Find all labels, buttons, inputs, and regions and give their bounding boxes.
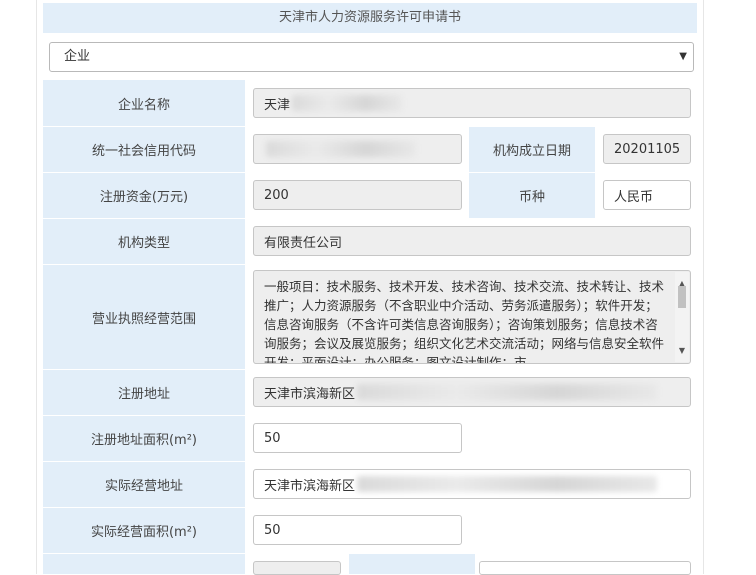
row-partial (43, 554, 697, 575)
row-actual-address: 实际经营地址 天津市滨海新区 (43, 462, 697, 508)
founded-date-value: 20201105 (614, 141, 681, 157)
business-scope-value: 一般项目：技术服务、技术开发、技术咨询、技术交流、技术转让、技术推广；人力资源服… (264, 279, 665, 364)
company-name-label: 企业名称 (43, 80, 245, 126)
row-actual-area: 实际经营面积(m²) 50 (43, 508, 697, 554)
row-business-scope: 营业执照经营范围 一般项目：技术服务、技术开发、技术咨询、技术交流、技术转让、技… (43, 265, 697, 370)
chevron-down-icon: ▼ (679, 51, 687, 62)
partial-label-2 (349, 554, 475, 574)
company-name-field[interactable]: 天津 (253, 88, 691, 118)
reg-address-value: 天津市滨海新区 (264, 386, 356, 402)
reg-area-field[interactable]: 50 (253, 423, 462, 453)
credit-code-field[interactable] (253, 134, 462, 164)
org-type-value: 有限责任公司 (264, 235, 343, 251)
currency-value: 人民币 (614, 189, 654, 205)
actual-address-value: 天津市滨海新区 (264, 478, 356, 494)
business-scope-label: 营业执照经营范围 (43, 265, 245, 369)
redacted-mask (266, 141, 416, 157)
redacted-mask (292, 95, 403, 111)
partial-field-1[interactable] (253, 561, 341, 575)
row-capital: 注册资金(万元) 200 币种 人民币 (43, 173, 697, 219)
org-type-field[interactable]: 有限责任公司 (253, 226, 691, 256)
row-reg-address: 注册地址 天津市滨海新区 (43, 370, 697, 416)
actual-area-value: 50 (264, 522, 281, 538)
actual-area-field[interactable]: 50 (253, 515, 462, 545)
credit-code-label: 统一社会信用代码 (43, 127, 245, 172)
capital-field[interactable]: 200 (253, 180, 462, 210)
redacted-mask (357, 476, 658, 492)
reg-address-label: 注册地址 (43, 370, 245, 415)
reg-area-label: 注册地址面积(m²) (43, 416, 245, 461)
form-title: 天津市人力资源服务许可申请书 (43, 3, 697, 33)
application-form-panel: 天津市人力资源服务许可申请书 企业 ▼ 企业名称 天津 统一社会信用代码 机构成… (36, 0, 704, 575)
company-name-value: 天津 (264, 97, 291, 113)
scrollbar[interactable]: ▲ ▼ (675, 272, 689, 362)
scroll-thumb[interactable] (678, 286, 686, 308)
reg-address-field[interactable]: 天津市滨海新区 (253, 377, 691, 407)
entity-type-value: 企业 (64, 49, 91, 64)
currency-label: 币种 (469, 173, 595, 218)
row-reg-area: 注册地址面积(m²) 50 (43, 416, 697, 462)
partial-label (43, 554, 245, 574)
capital-label: 注册资金(万元) (43, 173, 245, 218)
partial-field-2[interactable] (479, 561, 691, 575)
scroll-down-icon[interactable]: ▼ (675, 341, 689, 360)
founded-date-field[interactable]: 20201105 (603, 134, 691, 164)
redacted-mask (357, 384, 658, 400)
row-credit-code: 统一社会信用代码 机构成立日期 20201105 (43, 127, 697, 173)
currency-field[interactable]: 人民币 (603, 180, 691, 210)
org-type-label: 机构类型 (43, 219, 245, 264)
row-org-type: 机构类型 有限责任公司 (43, 219, 697, 265)
reg-area-value: 50 (264, 430, 281, 446)
business-scope-textarea[interactable]: 一般项目：技术服务、技术开发、技术咨询、技术交流、技术转让、技术推广；人力资源服… (253, 270, 691, 364)
capital-value: 200 (264, 187, 289, 203)
row-company-name: 企业名称 天津 (43, 80, 697, 127)
entity-type-select[interactable]: 企业 ▼ (49, 42, 694, 72)
actual-address-field[interactable]: 天津市滨海新区 (253, 469, 691, 499)
actual-address-label: 实际经营地址 (43, 462, 245, 507)
founded-date-label: 机构成立日期 (469, 127, 595, 172)
actual-area-label: 实际经营面积(m²) (43, 508, 245, 553)
